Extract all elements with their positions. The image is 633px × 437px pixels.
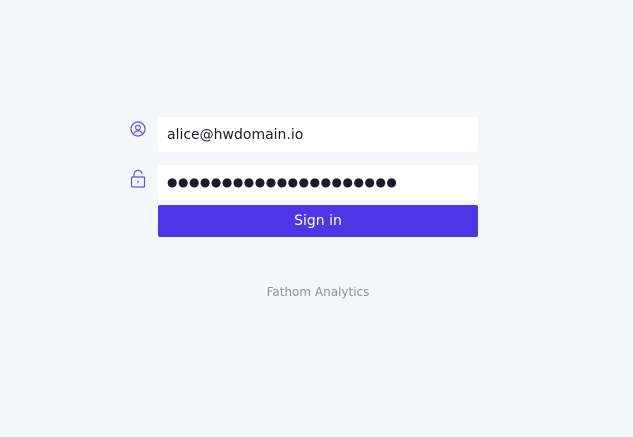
brand-name: Fathom Analytics <box>266 285 370 299</box>
login-form: ●●●●●●●●●●●●●●●●●●●●● Sign in Fathom Ana… <box>0 0 633 437</box>
user-circle-icon <box>129 120 147 138</box>
email-field[interactable] <box>158 117 478 152</box>
password-field[interactable]: ●●●●●●●●●●●●●●●●●●●●● <box>158 165 478 200</box>
sign-in-button[interactable]: Sign in <box>158 205 478 237</box>
lock-icon <box>129 169 147 188</box>
